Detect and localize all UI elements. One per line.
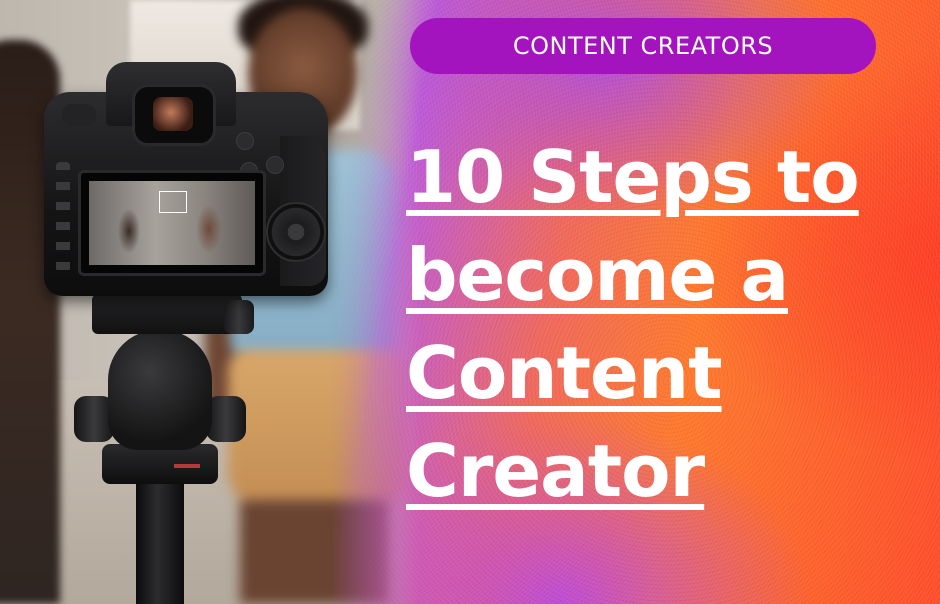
tripod-collar-stripe: [174, 464, 200, 468]
headline-line: 10 Steps to: [406, 128, 926, 226]
camera-screen-preview: [89, 181, 255, 265]
camera-screen: [78, 170, 266, 276]
headline-text: Creator: [406, 429, 705, 513]
headline-text: 10 Steps to: [406, 135, 860, 219]
headline: 10 Steps to become a Content Creator: [406, 128, 926, 520]
tripod-collar: [102, 444, 218, 484]
headline-text: Content: [406, 331, 722, 415]
tripod-mount-knob: [224, 300, 254, 334]
blog-banner: CONTENT CREATORS 10 Steps to become a Co…: [0, 0, 940, 604]
tripod-ballhead: [108, 330, 212, 450]
camera-button: [236, 132, 254, 150]
camera-dial-icon: [266, 202, 326, 262]
camera-icon: [44, 62, 328, 296]
tripod-knob-right: [206, 396, 246, 442]
camera-button: [266, 156, 284, 174]
camera-top-button: [62, 104, 96, 126]
headline-line: become a: [406, 226, 926, 324]
headline-line: Content: [406, 324, 926, 422]
category-label: CONTENT CREATORS: [512, 32, 774, 60]
headline-text: become a: [406, 233, 789, 317]
camera-eyepiece: [132, 84, 216, 146]
category-badge: CONTENT CREATORS: [410, 18, 876, 74]
tripod-pole: [136, 482, 184, 604]
camera-side-buttons: [56, 162, 70, 272]
tripod-mount-plate: [92, 294, 242, 334]
headline-line: Creator: [406, 422, 926, 520]
